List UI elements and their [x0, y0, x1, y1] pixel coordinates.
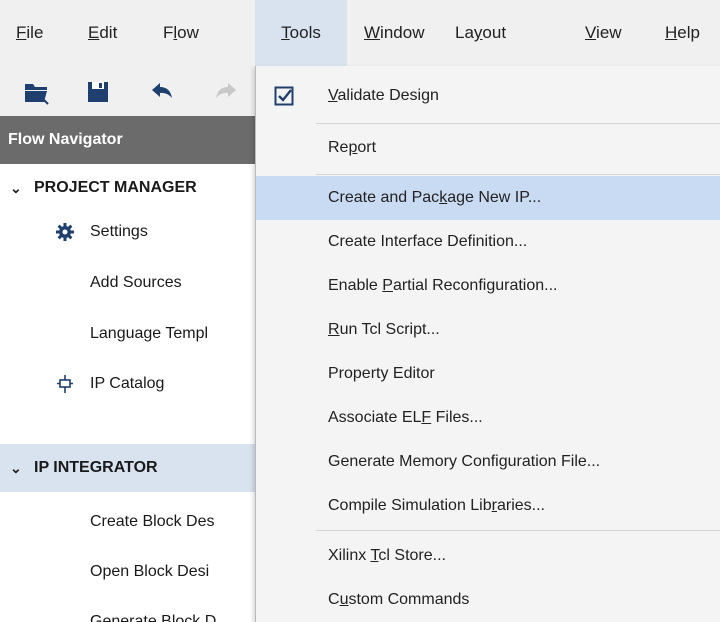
section-ip-integrator-label: IP INTEGRATOR — [34, 459, 158, 476]
chevron-down-icon: ⌄ — [10, 460, 22, 476]
menu-window-mnemonic: W — [364, 23, 381, 42]
nav-item-add-sources[interactable]: Add Sources — [0, 259, 260, 307]
undo-icon[interactable] — [148, 78, 176, 106]
menu-bar: File Edit Flow Tools Window Layout View … — [0, 0, 720, 66]
save-icon[interactable] — [84, 78, 112, 106]
nav-item-open-block-design-label: Open Block Desi — [90, 563, 210, 580]
report-pre: Re — [328, 139, 349, 156]
menu-layout[interactable]: Layout — [455, 0, 506, 66]
menu-item-custom-commands[interactable]: Custom Commands — [256, 576, 720, 622]
menu-flow[interactable]: Flow — [163, 0, 199, 66]
ip-plug-icon — [57, 375, 73, 393]
custom-commands-label: stom Commands — [348, 591, 470, 608]
checkbox-checked-icon — [274, 86, 294, 106]
open-project-icon[interactable] — [22, 78, 50, 106]
section-ip-integrator[interactable]: ⌄ IP INTEGRATOR — [0, 444, 260, 492]
menu-tools-mnemonic: T — [281, 23, 290, 42]
nav-item-generate-block-design[interactable]: Generate Block D — [0, 598, 260, 622]
menu-file-mnemonic: F — [16, 23, 27, 42]
menu-item-property-editor[interactable]: Property Editor — [256, 352, 720, 396]
flow-navigator-header: Flow Navigator — [0, 116, 260, 164]
generate-memory-pre: Generate Memory Confi — [328, 453, 499, 470]
nav-item-open-block-design[interactable]: Open Block Desi — [0, 548, 260, 596]
nav-item-add-sources-label: Add Sources — [90, 274, 182, 291]
validate-design-label: alidate Design — [337, 87, 439, 104]
menu-layout-pre: La — [455, 23, 474, 42]
section-project-manager[interactable]: ⌄ PROJECT MANAGER — [0, 164, 260, 212]
menu-separator — [316, 530, 720, 531]
xilinx-tcl-store-label: cl Store... — [378, 547, 446, 564]
menu-edit-mnemonic: E — [88, 23, 100, 42]
enable-partial-pre: Enable — [328, 277, 383, 294]
run-tcl-label: un Tcl Script... — [339, 321, 440, 338]
menu-help-label: elp — [677, 23, 700, 42]
menu-item-xilinx-tcl-store[interactable]: Xilinx Tcl Store... — [256, 532, 720, 580]
section-project-manager-label: PROJECT MANAGER — [34, 179, 197, 196]
menu-tools[interactable]: Tools — [255, 0, 347, 66]
menu-file-label: ile — [26, 23, 44, 42]
menu-window-label: indow — [380, 23, 425, 42]
menu-help-mnemonic: H — [665, 23, 678, 42]
menu-item-report[interactable]: Report — [256, 124, 720, 172]
associate-elf-pre: Associate EL — [328, 409, 422, 426]
enable-partial-label: artial Reconfiguration... — [392, 277, 558, 294]
compile-sim-label: aries... — [496, 497, 545, 514]
run-tcl-mnemonic: R — [328, 321, 340, 338]
menu-tools-label: ools — [289, 23, 321, 42]
create-interface-label: Create Interface Definition... — [328, 233, 528, 250]
menu-item-enable-partial-reconfiguration[interactable]: Enable Partial Reconfiguration... — [256, 264, 720, 308]
menu-view-label: iew — [596, 23, 622, 42]
chevron-down-icon: ⌄ — [10, 180, 22, 196]
nav-item-settings[interactable]: Settings — [0, 208, 260, 256]
nav-item-ip-catalog-label: IP Catalog — [90, 375, 165, 392]
tools-menu-dropdown: Validate Design Report Create and Packag… — [255, 66, 720, 622]
menu-edit-label: dit — [99, 23, 118, 42]
nav-item-ip-catalog[interactable]: IP Catalog — [0, 360, 260, 408]
xilinx-tcl-store-pre: Xilinx — [328, 547, 371, 564]
nav-item-settings-label: Settings — [90, 223, 148, 240]
associate-elf-label: Files... — [431, 409, 483, 426]
menu-edit[interactable]: Edit — [88, 0, 117, 66]
menu-item-generate-memory-configuration[interactable]: Generate Memory Configuration File... — [256, 440, 720, 484]
create-package-ip-pre: Create and Pac — [328, 189, 440, 206]
create-package-ip-label: age New IP... — [447, 189, 542, 206]
report-label: ort — [357, 139, 377, 156]
menu-item-create-package-ip[interactable]: Create and Package New IP... — [256, 176, 720, 220]
generate-memory-mnemonic: g — [498, 453, 508, 470]
generate-memory-label: uration File... — [507, 453, 601, 470]
flow-navigator: ⌄ PROJECT MANAGER Settings Add Sources L… — [0, 164, 260, 622]
menu-flow-pre: F — [163, 23, 174, 42]
menu-item-associate-elf-files[interactable]: Associate ELF Files... — [256, 396, 720, 440]
nav-item-create-block-design[interactable]: Create Block Des — [0, 498, 260, 546]
vivado-window: File Edit Flow Tools Window Layout View … — [0, 0, 720, 622]
toolbar — [0, 66, 260, 116]
menu-window[interactable]: Window — [364, 0, 424, 66]
menu-view-mnemonic: V — [585, 23, 597, 42]
property-editor-label: Property Editor — [328, 365, 435, 382]
menu-item-compile-simulation-libraries[interactable]: Compile Simulation Libraries... — [256, 484, 720, 528]
custom-commands-pre: C — [328, 591, 340, 608]
redo-icon[interactable] — [212, 78, 240, 106]
menu-item-validate-design[interactable]: Validate Design — [256, 72, 720, 120]
nav-item-create-block-design-label: Create Block Des — [90, 513, 215, 530]
menu-help[interactable]: Help — [665, 0, 700, 66]
menu-flow-label: ow — [177, 23, 199, 42]
create-package-ip-mnemonic: k — [439, 189, 448, 206]
flow-navigator-title: Flow Navigator — [8, 131, 123, 148]
menu-item-run-tcl-script[interactable]: Run Tcl Script... — [256, 308, 720, 352]
menu-layout-label: out — [482, 23, 507, 42]
menu-separator — [316, 174, 720, 175]
gear-icon — [56, 223, 74, 241]
menu-view[interactable]: View — [585, 0, 622, 66]
compile-sim-pre: Compile Simulation Lib — [328, 497, 492, 514]
nav-item-language-templates-label: Language Templ — [90, 325, 209, 342]
menu-file[interactable]: File — [16, 0, 43, 66]
enable-partial-mnemonic: P — [382, 277, 393, 294]
nav-item-language-templates[interactable]: Language Templ — [0, 310, 260, 358]
associate-elf-mnemonic: F — [421, 409, 432, 426]
nav-item-generate-block-design-label: Generate Block D — [90, 613, 217, 622]
menu-item-create-interface-definition[interactable]: Create Interface Definition... — [256, 220, 720, 264]
